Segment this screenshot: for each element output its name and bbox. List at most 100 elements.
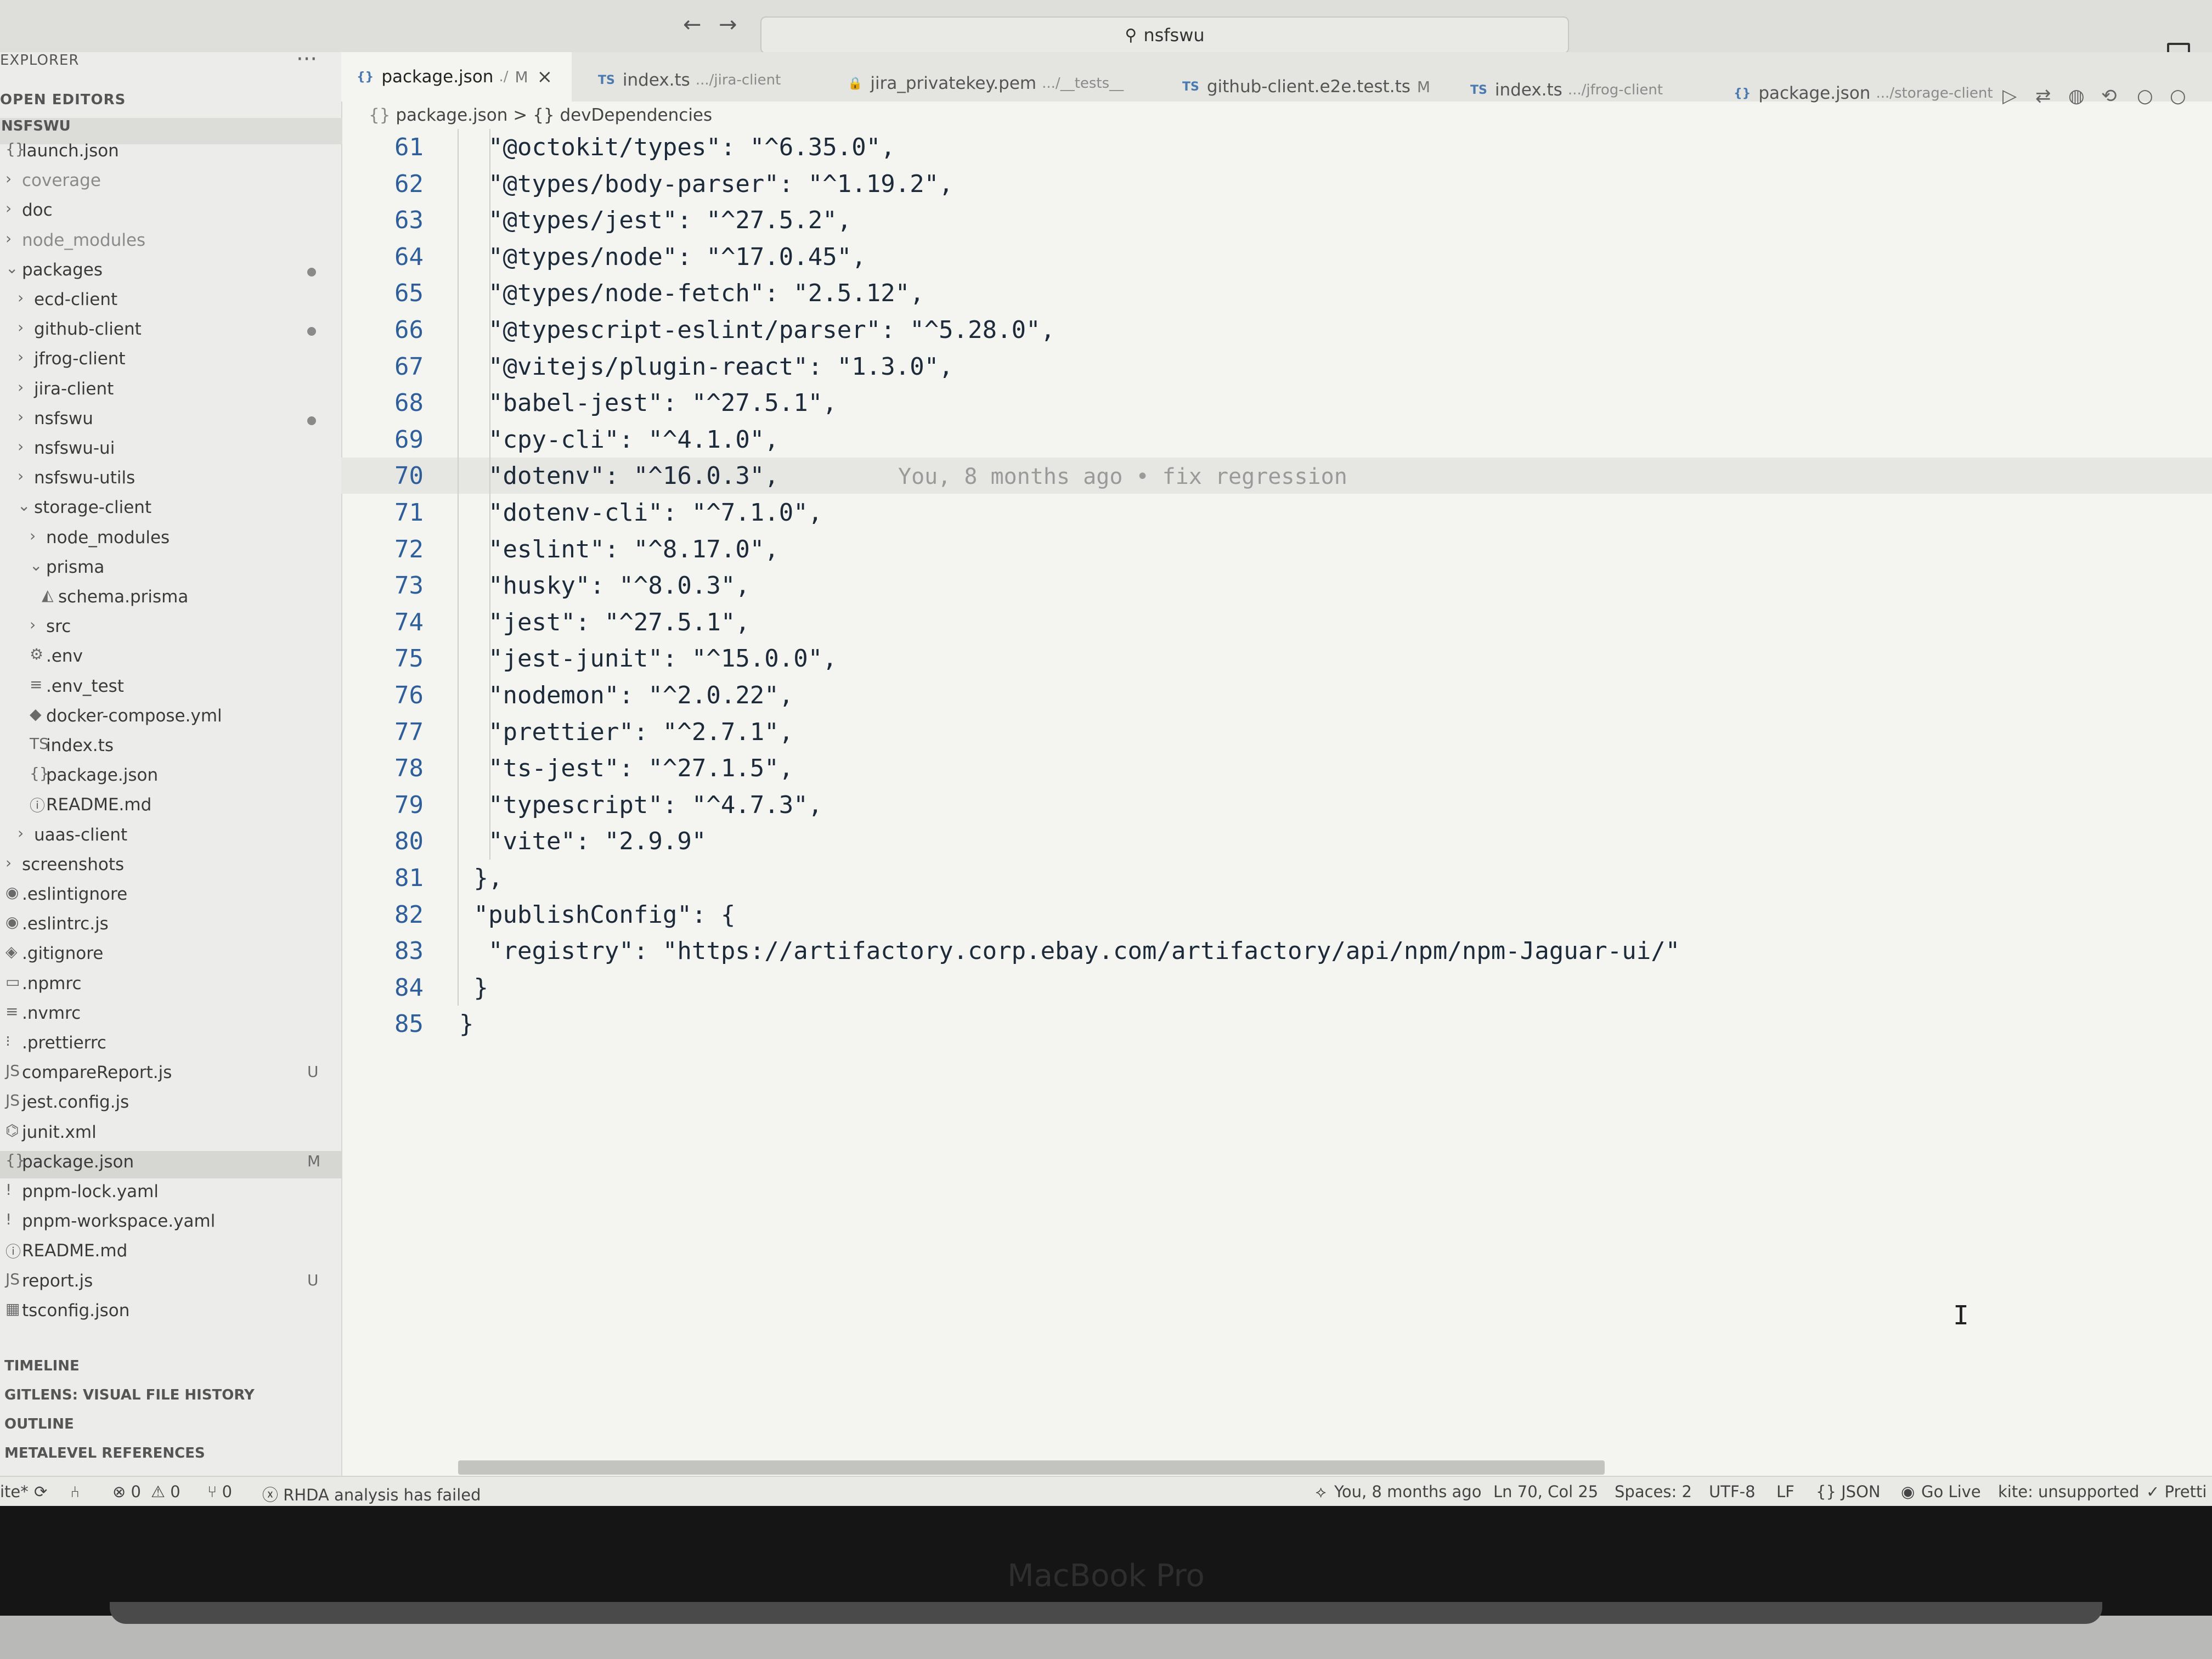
tree-item[interactable]: › nsfswu-ui <box>0 437 341 465</box>
tree-item[interactable]: › github-client <box>0 318 341 346</box>
tree-item[interactable]: › jfrog-client <box>0 348 341 375</box>
status-encoding[interactable]: UTF-8 <box>1709 1482 1756 1501</box>
status-language[interactable]: {} JSON <box>1816 1482 1881 1501</box>
code-line[interactable]: 82 "publishConfig": { <box>341 896 2212 933</box>
tree-item[interactable]: › coverage <box>0 170 341 197</box>
more-actions-icon[interactable]: ··· <box>296 47 317 72</box>
tree-item[interactable]: ! pnpm-lock.yaml <box>0 1181 341 1208</box>
code-line[interactable]: 64 "@types/node": "^17.0.45", <box>341 239 2212 275</box>
tree-item[interactable]: ◈ .gitignore <box>0 943 341 970</box>
tree-item[interactable]: ⓘ README.md <box>0 1240 341 1267</box>
tree-item[interactable]: ⓘ README.md <box>0 794 341 821</box>
status-branch[interactable]: ite* <box>0 1482 29 1501</box>
tree-item[interactable]: ≡ .env_test <box>0 675 341 703</box>
tree-item[interactable]: ▦ tsconfig.json <box>0 1300 341 1327</box>
code-line[interactable]: 68 "babel-jest": "^27.5.1", <box>341 385 2212 421</box>
tree-item[interactable]: › nsfswu-utils <box>0 467 341 494</box>
code-line[interactable]: 63 "@types/jest": "^27.5.2", <box>341 202 2212 238</box>
code-line[interactable]: 80 "vite": "2.9.9" <box>341 823 2212 859</box>
tree-item[interactable]: ! pnpm-workspace.yaml <box>0 1210 341 1238</box>
code-line[interactable]: 74 "jest": "^27.5.1", <box>341 604 2212 640</box>
timeline-section[interactable]: TIMELINE <box>4 1358 80 1374</box>
tree-item[interactable]: › nsfswu <box>0 408 341 435</box>
code-line[interactable]: 72 "eslint": "^8.17.0", <box>341 531 2212 567</box>
tree-item[interactable]: › uaas-client <box>0 824 341 851</box>
tree-item[interactable]: ▭ .npmrc <box>0 973 341 1000</box>
outline-section[interactable]: OUTLINE <box>4 1416 74 1432</box>
tree-item[interactable]: TS index.ts <box>0 735 341 762</box>
tree-item[interactable]: ⌄ prisma <box>0 556 341 584</box>
status-kite[interactable]: kite: unsupported <box>1998 1482 2139 1501</box>
code-line[interactable]: 73 "husky": "^8.0.3", <box>341 567 2212 603</box>
editor-tab[interactable]: {} package.json ./ M × <box>341 52 572 101</box>
tree-item[interactable]: JS jest.config.js <box>0 1091 341 1119</box>
source-control-icon[interactable]: ⑃ <box>70 1482 80 1501</box>
tree-item[interactable]: › screenshots <box>0 854 341 881</box>
status-blame[interactable]: You, 8 months ago <box>1334 1482 1481 1501</box>
tree-item[interactable]: ⚙ .env <box>0 645 341 673</box>
status-prettier[interactable]: ✓ Pretti <box>2146 1482 2207 1501</box>
tree-item[interactable]: JS report.js U <box>0 1270 341 1297</box>
status-ports[interactable]: ⑂ 0 <box>207 1482 232 1501</box>
tree-item[interactable]: {} launch.json <box>0 140 341 167</box>
open-editors-header[interactable]: OPEN EDITORS <box>0 92 126 108</box>
code-line[interactable]: 71 "dotenv-cli": "^7.1.0", <box>341 494 2212 531</box>
status-errors[interactable]: ⊗ 0 <box>112 1482 141 1501</box>
code-line[interactable]: 83 "registry": "https://artifactory.corp… <box>341 933 2212 969</box>
status-spaces[interactable]: Spaces: 2 <box>1615 1482 1692 1501</box>
tree-item[interactable]: ◉ .eslintrc.js <box>0 913 341 940</box>
status-eol[interactable]: LF <box>1776 1482 1795 1501</box>
code-line[interactable]: 66 "@typescript-eslint/parser": "^5.28.0… <box>341 312 2212 348</box>
code-line[interactable]: 78 "ts-jest": "^27.1.5", <box>341 750 2212 786</box>
tree-item[interactable]: ⁝ .prettierrc <box>0 1032 341 1059</box>
tree-item[interactable]: › doc <box>0 199 341 227</box>
forward-arrow-icon[interactable]: → <box>719 12 737 37</box>
tree-item[interactable]: ⌬ junit.xml <box>0 1121 341 1149</box>
status-go-live[interactable]: Go Live <box>1921 1482 1981 1501</box>
code-line[interactable]: 62 "@types/body-parser": "^1.19.2", <box>341 166 2212 202</box>
status-warnings[interactable]: ⚠ 0 <box>151 1482 180 1501</box>
horizontal-scrollbar[interactable] <box>458 1460 1605 1475</box>
code-line[interactable]: 75 "jest-junit": "^15.0.0", <box>341 640 2212 676</box>
tree-item[interactable]: ⌄ packages <box>0 259 341 286</box>
back-arrow-icon[interactable]: ← <box>683 12 702 37</box>
gitlens-history-section[interactable]: GITLENS: VISUAL FILE HISTORY <box>4 1387 255 1403</box>
code-line[interactable]: 61 "@octokit/types": "^6.35.0", <box>341 129 2212 165</box>
code-line[interactable]: 65 "@types/node-fetch": "2.5.12", <box>341 275 2212 311</box>
breadcrumb-file[interactable]: package.json <box>396 105 507 125</box>
code-line[interactable]: 70 "dotenv": "^16.0.3", You, 8 months ago… <box>341 458 2212 494</box>
tab-close-icon[interactable]: × <box>537 66 553 88</box>
tree-item[interactable]: › node_modules <box>0 527 341 554</box>
code-line[interactable]: 76 "nodemon": "^2.0.22", <box>341 677 2212 713</box>
status-position[interactable]: Ln 70, Col 25 <box>1493 1482 1598 1501</box>
status-rhda[interactable]: ⓧ RHDA analysis has failed <box>262 1482 481 1505</box>
code-line[interactable]: 81 }, <box>341 860 2212 896</box>
code-line[interactable]: 85} <box>341 1006 2212 1042</box>
tree-item[interactable]: {} package.json <box>0 764 341 792</box>
file-type-icon: › <box>30 526 36 545</box>
code-line[interactable]: 79 "typescript": "^4.7.3", <box>341 787 2212 823</box>
sync-icon[interactable]: ⟳ <box>34 1482 47 1501</box>
tree-item[interactable]: ◉ .eslintignore <box>0 883 341 911</box>
code-line[interactable]: 84 } <box>341 969 2212 1006</box>
code-line[interactable]: 77 "prettier": "^2.7.1", <box>341 714 2212 750</box>
code-line[interactable]: 69 "cpy-cli": "^4.1.0", <box>341 421 2212 458</box>
tree-item[interactable]: {} package.json M <box>0 1150 341 1178</box>
tree-item[interactable]: ≡ .nvmrc <box>0 1002 341 1030</box>
tree-item[interactable]: ⌄ storage-client <box>0 496 341 524</box>
code-text: "eslint": "^8.17.0", <box>459 535 779 563</box>
tree-item[interactable]: › src <box>0 616 341 643</box>
tree-item[interactable]: › ecd-client <box>0 289 341 316</box>
tree-item[interactable]: › jira-client <box>0 378 341 405</box>
editor-tab[interactable]: 🔒 jira_privatekey.pem .../__tests__ <box>832 59 1156 108</box>
editor-tab[interactable]: TS index.ts .../jira-client <box>583 55 824 105</box>
tree-item[interactable]: JS compareReport.js U <box>0 1062 341 1089</box>
breadcrumb-symbol[interactable]: devDependencies <box>560 105 712 125</box>
command-center-search[interactable]: ⚲ nsfswu <box>760 16 1569 54</box>
code-line[interactable]: 67 "@vitejs/plugin-react": "1.3.0", <box>341 348 2212 385</box>
code-editor[interactable]: 61 "@octokit/types": "^6.35.0", 62 "@type… <box>341 129 2212 1457</box>
tree-item[interactable]: › node_modules <box>0 229 341 257</box>
tree-item[interactable]: ◆ docker-compose.yml <box>0 705 341 732</box>
tree-item[interactable]: ◭ schema.prisma <box>0 586 341 613</box>
metalevel-references-section[interactable]: METALEVEL REFERENCES <box>4 1445 205 1462</box>
